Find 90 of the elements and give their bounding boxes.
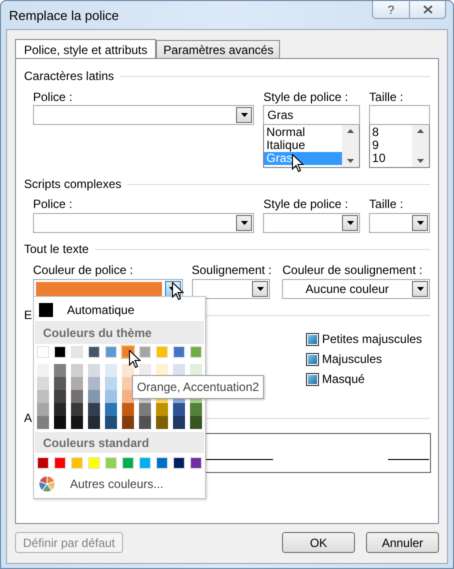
- group-label: E: [24, 308, 32, 322]
- group-label: Tout le texte: [24, 242, 89, 256]
- field-label: Taille :: [369, 90, 404, 104]
- checkbox[interactable]: [306, 332, 319, 346]
- color-swatch[interactable]: [71, 364, 83, 377]
- color-swatch[interactable]: [122, 364, 134, 377]
- field-label: Couleur de soulignement :: [282, 263, 424, 277]
- color-swatch[interactable]: [88, 377, 100, 390]
- checkbox-label: Majuscules: [322, 352, 382, 366]
- dialog-button[interactable]: OK: [282, 532, 355, 553]
- tab[interactable]: Police, style et attributs: [15, 39, 156, 59]
- color-swatch[interactable]: [54, 403, 66, 416]
- color-wheel-icon: [39, 476, 55, 492]
- scrollbar[interactable]: [412, 125, 430, 167]
- style-dropdown[interactable]: [263, 213, 360, 233]
- color-swatch[interactable]: [156, 416, 168, 429]
- color-swatch[interactable]: [122, 403, 134, 416]
- color-swatch[interactable]: [105, 377, 117, 390]
- color-swatch[interactable]: [88, 390, 100, 403]
- color-swatch[interactable]: [139, 403, 151, 416]
- underline-color-dropdown[interactable]: Aucune couleur: [282, 279, 430, 299]
- list-item[interactable]: Italique: [264, 139, 342, 152]
- menu-item[interactable]: Automatique: [34, 299, 205, 321]
- color-swatch[interactable]: [71, 377, 83, 390]
- color-swatch[interactable]: [37, 416, 49, 429]
- size-field[interactable]: [369, 105, 430, 125]
- color-swatch[interactable]: [122, 416, 134, 429]
- dialog-button: Définir par défaut: [15, 532, 123, 553]
- color-swatch[interactable]: [88, 403, 100, 416]
- checkbox[interactable]: [306, 352, 319, 366]
- color-swatch[interactable]: [37, 364, 49, 377]
- color-swatch[interactable]: [139, 416, 151, 429]
- section-header: Couleurs standard: [35, 432, 204, 453]
- section-header: Couleurs du thème: [35, 321, 204, 344]
- mouse-pointer-icon: [129, 350, 141, 369]
- list-item[interactable]: Normal: [264, 126, 342, 139]
- field-label: Style de police :: [263, 90, 350, 104]
- window-title: Remplace la police: [9, 8, 119, 23]
- checkbox-label: Petites majuscules: [322, 332, 422, 346]
- color-swatch[interactable]: [105, 403, 117, 416]
- scroll-down-icon[interactable]: [417, 159, 424, 163]
- checkbox[interactable]: [306, 372, 319, 386]
- list-item[interactable]: 9: [370, 139, 412, 152]
- list-item[interactable]: 8: [370, 126, 412, 139]
- color-swatch[interactable]: [71, 416, 83, 429]
- color-swatch[interactable]: [190, 416, 202, 429]
- close-button[interactable]: [409, 1, 446, 19]
- color-swatch[interactable]: [105, 390, 117, 403]
- group-label: Caractères latins: [24, 69, 114, 83]
- color-swatch[interactable]: [173, 403, 185, 416]
- automatic-color-swatch: [39, 303, 53, 317]
- color-swatch[interactable]: [37, 403, 49, 416]
- checkbox-label: Masqué: [322, 372, 365, 386]
- tooltip: Orange, Accentuation2: [132, 375, 264, 399]
- list-item[interactable]: 10: [370, 152, 412, 165]
- tab[interactable]: Paramètres avancés: [156, 40, 280, 58]
- color-swatch[interactable]: [190, 403, 202, 416]
- color-swatch[interactable]: [37, 390, 49, 403]
- scroll-down-icon[interactable]: [347, 159, 354, 163]
- field-label: Couleur de police :: [33, 263, 134, 277]
- scroll-up-icon[interactable]: [417, 129, 424, 133]
- field-label: Taille :: [369, 197, 404, 211]
- color-swatch[interactable]: [54, 416, 66, 429]
- color-swatch[interactable]: [105, 364, 117, 377]
- scrollbar[interactable]: [342, 125, 360, 167]
- color-swatch[interactable]: [173, 416, 185, 429]
- field-label: Police :: [33, 197, 74, 211]
- color-swatch[interactable]: [105, 416, 117, 429]
- field-label: Soulignement :: [192, 263, 273, 277]
- color-swatch[interactable]: [88, 416, 100, 429]
- field-label: Police :: [33, 90, 74, 104]
- group-label: Scripts complexes: [24, 177, 122, 191]
- color-swatch[interactable]: [88, 364, 100, 377]
- close-icon[interactable]: [422, 5, 432, 14]
- size-dropdown[interactable]: [369, 213, 430, 233]
- color-swatch[interactable]: [54, 364, 66, 377]
- color-swatch[interactable]: [71, 403, 83, 416]
- help-button[interactable]: ?: [372, 1, 409, 19]
- field-label: Style de police :: [263, 197, 350, 211]
- group-label: A: [24, 411, 32, 425]
- underline-dropdown[interactable]: [192, 279, 270, 299]
- dialog-button[interactable]: Annuler: [366, 532, 439, 553]
- color-swatch[interactable]: [71, 390, 83, 403]
- menu-item[interactable]: Autres couleurs...: [34, 474, 205, 494]
- style-field[interactable]: Gras: [263, 105, 360, 125]
- color-swatch[interactable]: [54, 390, 66, 403]
- color-swatch[interactable]: [54, 377, 66, 390]
- scroll-up-icon[interactable]: [347, 129, 354, 133]
- color-swatch[interactable]: [156, 403, 168, 416]
- color-swatch[interactable]: [37, 377, 49, 390]
